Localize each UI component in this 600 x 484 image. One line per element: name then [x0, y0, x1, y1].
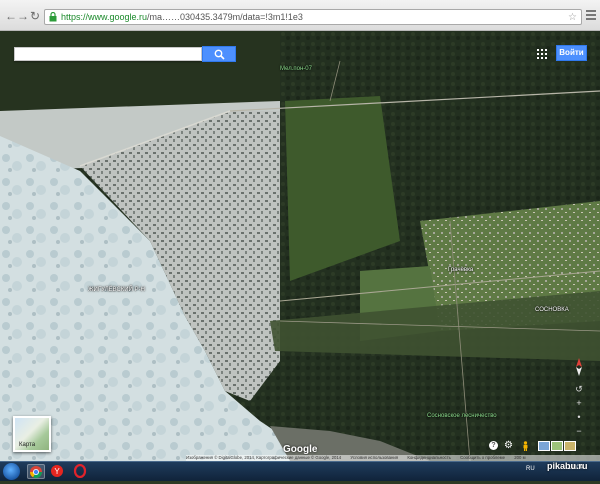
search-button[interactable] [202, 46, 236, 62]
help-icon[interactable]: ? [489, 441, 498, 450]
search-icon [214, 49, 225, 60]
taskbar-chrome[interactable] [27, 464, 45, 479]
rotate-icon[interactable]: ↺ [574, 384, 584, 394]
privacy-link[interactable]: Конфиденциальность [407, 455, 451, 460]
lock-icon [49, 12, 57, 22]
label-sosnovka[interactable]: СОСНОВКА [535, 307, 569, 313]
label-grachevka[interactable]: Грачёвка [448, 267, 473, 273]
opera-icon [73, 463, 87, 479]
apps-grid-icon[interactable] [537, 49, 547, 59]
url-text: https://www.google.ru/ma……030435.3479m/d… [61, 12, 303, 22]
language-indicator[interactable]: RU [526, 466, 535, 472]
zoom-slider-icon[interactable]: • [574, 412, 584, 422]
watermark: pikabu.ru [547, 461, 588, 471]
reload-icon[interactable]: ↻ [28, 9, 42, 23]
terms-link[interactable]: Условия использования [350, 455, 398, 460]
taskbar-opera[interactable] [73, 463, 91, 479]
login-button[interactable]: Войти [556, 45, 587, 61]
label-forestry[interactable]: Сосновское лесничество [427, 413, 497, 419]
map-type-switch[interactable]: Карта [13, 416, 51, 452]
photo-thumb-icon[interactable] [564, 441, 576, 451]
satellite-map[interactable]: Мел.пон-07 ЖИГУЛЁВСКИЙ Р-Н Грачёвка СОСН… [0, 31, 600, 461]
windows-taskbar: Y RU 19:04 [0, 461, 600, 481]
menu-icon[interactable] [586, 10, 596, 22]
browser-toolbar: ← → ↻ https://www.google.ru/ma……030435.3… [0, 0, 600, 31]
satellite-imagery [0, 31, 600, 461]
search-input[interactable] [14, 47, 202, 61]
svg-text:Y: Y [54, 467, 60, 476]
report-link[interactable]: Сообщить о проблеме [460, 455, 505, 460]
photo-thumb-icon[interactable] [538, 441, 550, 451]
taskbar-yandex[interactable]: Y [50, 464, 68, 479]
pegman-icon[interactable] [522, 441, 529, 451]
label-mellosh[interactable]: Мел.пон-07 [280, 66, 312, 72]
scale-label[interactable]: 200 м [514, 455, 525, 460]
label-zhiguli[interactable]: ЖИГУЛЁВСКИЙ Р-Н [88, 287, 145, 293]
bookmark-star-icon[interactable]: ☆ [568, 11, 577, 24]
chrome-icon [29, 466, 42, 479]
gear-icon[interactable]: ⚙ [504, 441, 513, 453]
address-bar[interactable]: https://www.google.ru/ma……030435.3479m/d… [44, 9, 582, 25]
compass-icon[interactable] [571, 357, 587, 377]
map-type-label: Карта [19, 442, 36, 448]
zoom-out-icon[interactable]: − [574, 426, 584, 436]
zoom-in-icon[interactable]: + [574, 398, 584, 408]
google-logo: Google [283, 444, 318, 455]
imagery-credit: Изображения © DigitalGlobe, 2014, Картог… [186, 455, 342, 460]
start-button[interactable] [3, 463, 20, 480]
yandex-icon: Y [51, 465, 63, 477]
photo-thumb-icon[interactable] [551, 441, 563, 451]
